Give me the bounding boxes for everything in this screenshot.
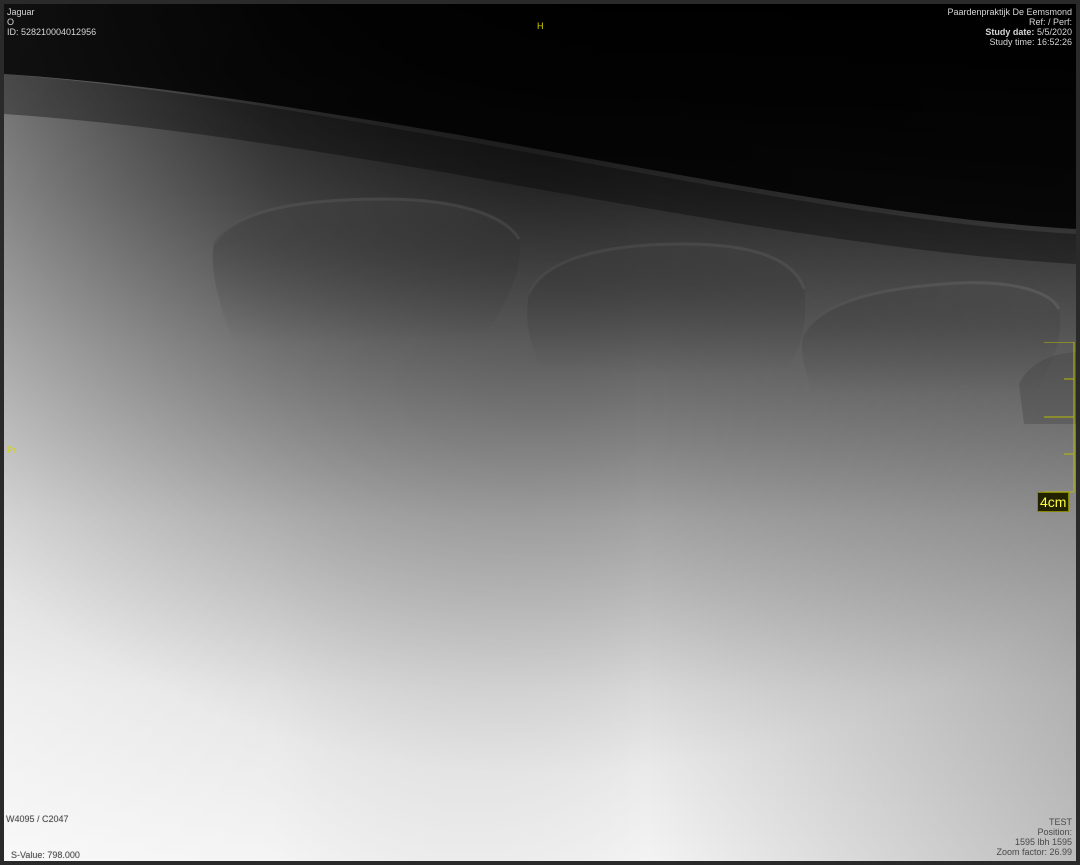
image-viewport[interactable]: Jaguar O ID: 528210004012956 Paardenprak…	[4, 4, 1076, 861]
practice-name: Paardenpraktijk De Eemsmond	[947, 7, 1072, 17]
scale-ruler	[1044, 342, 1075, 493]
test-label: TEST	[1048, 817, 1072, 827]
study-info: Paardenpraktijk De Eemsmond Ref: / Perf:…	[947, 7, 1072, 47]
orientation-marker-top: H	[537, 21, 544, 31]
image-info: TEST Position: 1595 lbh 1595 Zoom factor…	[996, 817, 1072, 857]
radiograph-image	[4, 4, 1076, 861]
study-time: Study time: 16:52:26	[989, 37, 1072, 47]
image-dimensions: 1595 lbh 1595	[1014, 837, 1072, 847]
study-date-label: Study date:	[985, 27, 1035, 37]
patient-id: ID: 528210004012956	[7, 27, 97, 37]
orientation-marker-left: Pr	[7, 445, 16, 455]
study-date-line: Study date: 5/5/2020	[947, 27, 1072, 37]
patient-sex: O	[7, 17, 15, 27]
patient-info: Jaguar O ID: 528210004012956	[7, 7, 96, 37]
study-date: 5/5/2020	[1036, 27, 1072, 37]
patient-name: Jaguar	[7, 7, 35, 17]
ref-perf: Ref: / Perf:	[1028, 17, 1072, 27]
position-label: Position:	[1037, 827, 1072, 837]
window-level: W4095 / C2047	[6, 814, 69, 824]
s-value: S-Value: 798.000	[11, 850, 80, 860]
scale-label: 4cm	[1037, 492, 1070, 512]
zoom-factor: Zoom factor: 26.99	[996, 847, 1072, 857]
